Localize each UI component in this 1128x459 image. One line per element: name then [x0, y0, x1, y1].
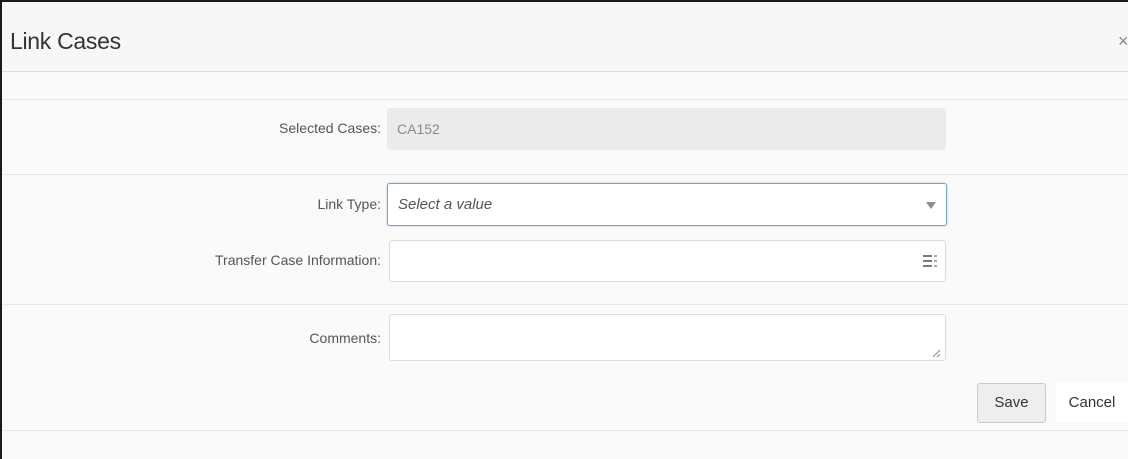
divider — [2, 430, 1128, 431]
transfer-case-information-label: Transfer Case Information: — [215, 252, 381, 268]
divider — [2, 99, 1128, 100]
close-icon[interactable]: × — [1118, 32, 1128, 50]
comments-textarea[interactable] — [389, 314, 946, 361]
save-button[interactable]: Save — [977, 383, 1046, 423]
link-type-label: Link Type: — [317, 196, 381, 212]
divider — [2, 304, 1128, 305]
selected-cases-field: CA152 — [387, 108, 946, 150]
dialog-header: Link Cases × — [2, 2, 1128, 72]
dialog-title: Link Cases — [10, 28, 121, 54]
divider — [2, 174, 1128, 175]
selected-cases-label: Selected Cases: — [279, 120, 381, 136]
list-icon[interactable] — [923, 255, 937, 267]
dialog-body: Selected Cases: CA152 Link Type: Select … — [2, 72, 1128, 459]
resize-grip-icon[interactable] — [931, 348, 941, 358]
comments-label: Comments: — [309, 330, 381, 346]
link-type-select[interactable]: Select a value — [387, 183, 947, 226]
link-cases-dialog: Link Cases × Selected Cases: CA152 Link … — [0, 0, 1128, 459]
link-type-placeholder: Select a value — [398, 196, 493, 213]
cancel-button[interactable]: Cancel — [1056, 383, 1128, 423]
chevron-down-icon[interactable] — [926, 202, 936, 209]
transfer-case-information-field[interactable] — [389, 240, 946, 282]
